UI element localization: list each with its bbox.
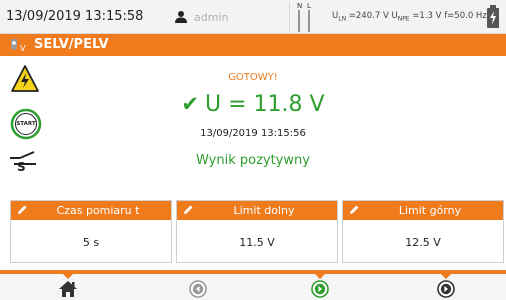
title-bar: V SELV/PELV: [0, 34, 506, 56]
pencil-icon[interactable]: [348, 204, 360, 216]
user-name: admin: [194, 11, 229, 24]
param-value-lower-limit: 11.5 V: [239, 236, 275, 249]
param-card-header: Czas pomiaru t: [11, 201, 171, 220]
result-timestamp: 13/09/2019 13:15:56: [200, 128, 306, 139]
param-label-lower-limit: Limit dolny: [233, 204, 295, 217]
forward-icon[interactable]: [435, 279, 457, 299]
unpe-sub: NPE: [397, 15, 410, 23]
play-icon[interactable]: [309, 279, 331, 299]
status-datetime: 13/09/2019 13:15:58: [6, 9, 144, 24]
check-icon: ✔: [181, 92, 200, 116]
result-value-row: ✔ U = 11.8 V: [0, 92, 506, 117]
param-card-header: Limit dolny: [177, 201, 337, 220]
user-icon: [175, 11, 187, 23]
pencil-icon[interactable]: [16, 204, 28, 216]
uln-value: =240.7 V: [348, 11, 389, 21]
param-card-time[interactable]: Czas pomiaru t 5 s: [10, 200, 172, 263]
param-card-header: Limit górny: [343, 201, 503, 220]
svg-text:V: V: [20, 44, 26, 53]
pencil-icon[interactable]: [182, 204, 194, 216]
connection-icon: [298, 10, 310, 32]
home-icon[interactable]: [57, 279, 79, 299]
param-value-upper-limit: 12.5 V: [405, 236, 441, 249]
param-card-lower-limit[interactable]: Limit dolny 11.5 V: [176, 200, 338, 263]
page-title: SELV/PELV: [34, 37, 109, 52]
status-bar: 13/09/2019 13:15:58 admin N L ULN =240.7…: [0, 0, 506, 34]
unpe-value: =1.3 V: [412, 11, 442, 21]
user-indicator[interactable]: admin: [170, 2, 290, 32]
measurement-status: GOTOWY!: [228, 72, 278, 83]
param-label-upper-limit: Limit górny: [398, 204, 462, 217]
connection-indicator: N L: [294, 2, 322, 32]
result-verdict: Wynik pozytywny: [196, 153, 310, 168]
back-icon[interactable]: [187, 279, 209, 299]
measurement-mode-icon: V: [11, 39, 26, 53]
uln-sub: LN: [338, 15, 347, 23]
battery-icon: [487, 5, 499, 28]
param-label-time: Czas pomiaru t: [56, 204, 140, 217]
result-value: U = 11.8 V: [205, 92, 325, 117]
frequency-value: f=50.0 Hz: [444, 11, 487, 21]
param-value-time: 5 s: [82, 236, 100, 249]
param-card-upper-limit[interactable]: Limit górny 12.5 V: [342, 200, 504, 263]
network-readings: ULN =240.7 V UNPE =1.3 V f=50.0 Hz: [332, 11, 487, 23]
